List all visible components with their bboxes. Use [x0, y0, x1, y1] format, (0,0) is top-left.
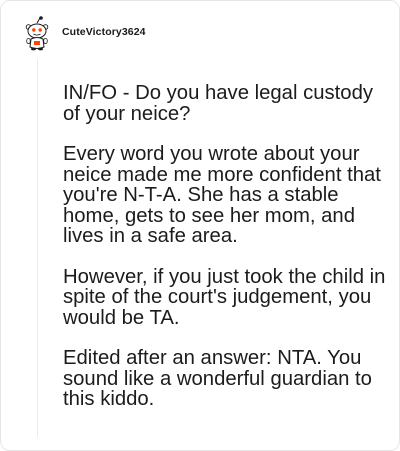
comment-paragraph: IN/FO - Do you have legal custody of you… — [63, 82, 373, 125]
comment-paragraph: Every word you wrote about your neice ma… — [63, 143, 381, 247]
comment-body: IN/FO - Do you have legal custody of you… — [63, 83, 393, 430]
comment-paragraph: However, if you just took the child in s… — [63, 265, 386, 329]
snoo-avatar-icon[interactable] — [23, 16, 51, 52]
thread-line[interactable] — [37, 59, 38, 437]
comment-paragraph: Edited after an answer: NTA. You sound l… — [63, 347, 372, 410]
comment-card: CuteVictory3624 IN/FO - Do you have lega… — [0, 0, 400, 451]
username-link[interactable]: CuteVictory3624 — [62, 26, 146, 38]
comment-header: CuteVictory3624 — [23, 16, 146, 52]
